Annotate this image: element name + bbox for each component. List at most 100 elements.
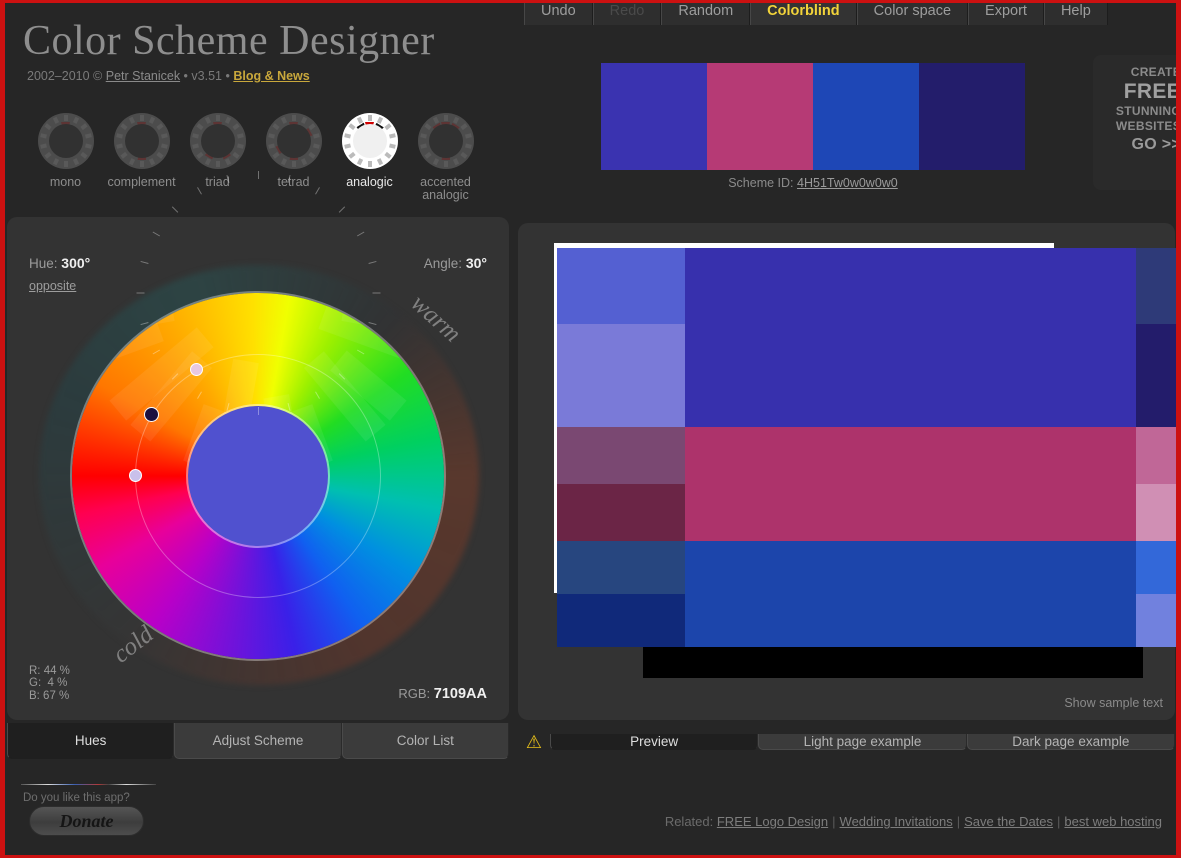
scheme-dial-icon xyxy=(189,113,246,169)
cell-r3c3 xyxy=(1136,427,1176,484)
donate-button[interactable]: Donate xyxy=(29,806,144,836)
ad-line-1: CREATE xyxy=(1130,65,1176,79)
left-panel-tabs: Hues Adjust Scheme Color List xyxy=(7,723,509,759)
scheme-dial-icon xyxy=(417,113,474,169)
scheme-type-label: accented analogic xyxy=(420,175,471,202)
scheme-swatch-4[interactable] xyxy=(919,63,1025,170)
warning-triangle-icon: ⚠ xyxy=(525,731,543,752)
related-links: Related: FREE Logo Design | Wedding Invita… xyxy=(665,814,1162,829)
ad-line-4: WEBSITES xyxy=(1115,119,1176,133)
rgb-hex-label: RGB: xyxy=(398,686,431,701)
scheme-dial-icon xyxy=(265,113,322,169)
related-link-1[interactable]: FREE Logo Design xyxy=(717,814,828,829)
color-wheel[interactable] xyxy=(72,171,444,659)
color-wheel-widget[interactable]: warm cold xyxy=(34,171,484,687)
scheme-type-mono[interactable]: mono xyxy=(35,113,96,202)
tab-light-page-example[interactable]: Light page example xyxy=(758,734,967,750)
cell-r4c3 xyxy=(1136,484,1176,541)
menu-item-label: Undo xyxy=(541,3,576,19)
preview-panel: Show sample text xyxy=(518,223,1176,720)
cell-pink-big xyxy=(685,427,1136,541)
tertiary-handle[interactable] xyxy=(129,469,142,482)
cell-r6c1 xyxy=(557,594,685,647)
right-panel-tabs: ⚠ Preview Light page example Dark page exa… xyxy=(518,724,1175,760)
blog-news-link[interactable]: Blog & News xyxy=(233,69,309,83)
menu-item-help[interactable]: Help xyxy=(1043,3,1108,25)
menu-item-color-space[interactable]: Color space xyxy=(856,3,969,25)
page-title: Color Scheme Designer xyxy=(23,18,435,64)
menu-item-export[interactable]: Export xyxy=(968,3,1044,25)
cell-r2c1 xyxy=(557,324,685,427)
show-sample-text-link[interactable]: Show sample text xyxy=(1064,696,1163,710)
blog-separator: • xyxy=(222,69,234,83)
related-link-3[interactable]: Save the Dates xyxy=(964,814,1053,829)
tab-label: Light page example xyxy=(803,734,922,749)
scheme-id-link[interactable]: 4H51Tw0w0w0w0 xyxy=(797,176,898,190)
scheme-swatch-3[interactable] xyxy=(813,63,919,170)
menu-item-colorblind[interactable]: Colorblind xyxy=(750,3,857,25)
menu-item-random[interactable]: Random xyxy=(661,3,751,25)
tab-label: Adjust Scheme xyxy=(212,733,304,748)
footer-divider xyxy=(21,784,156,785)
menu-item-undo[interactable]: Undo xyxy=(524,3,593,25)
top-menu-bar: Undo Redo Random Colorblind Color space Expor… xyxy=(524,3,1108,25)
scheme-type-label: mono xyxy=(49,175,82,189)
scheme-type-complement[interactable]: complement xyxy=(107,113,176,202)
tab-label: Preview xyxy=(630,734,679,749)
cell-blue-big xyxy=(685,541,1136,647)
tab-adjust-scheme[interactable]: Adjust Scheme xyxy=(174,723,342,759)
wheel-center-color xyxy=(188,406,328,546)
related-separator: | xyxy=(832,814,836,829)
version-separator: • xyxy=(180,69,192,83)
cell-r1c1 xyxy=(557,248,685,324)
ad-banner[interactable]: CREATE FREE STUNNING WEBSITES GO >> xyxy=(1093,55,1176,190)
scheme-type-selector: mono complement triad tetrad analogic accente… xyxy=(35,113,476,202)
scheme-dial-icon xyxy=(341,113,398,169)
author-link[interactable]: Petr Stanicek xyxy=(106,69,180,83)
cell-main-big xyxy=(685,248,1136,427)
scheme-id-label: Scheme ID: xyxy=(728,176,794,190)
scheme-id-row: Scheme ID: 4H51Tw0w0w0w0 xyxy=(601,176,1025,190)
cell-r4c1 xyxy=(557,484,685,541)
cell-r6c3 xyxy=(1136,594,1176,647)
copyright-text: 2002–2010 © xyxy=(27,69,106,83)
scheme-type-triad[interactable]: triad xyxy=(187,113,248,202)
scheme-swatch-2[interactable] xyxy=(707,63,813,170)
scheme-type-label: complement xyxy=(107,175,176,189)
menu-item-label: Random xyxy=(678,3,734,19)
cell-r5c1 xyxy=(557,541,685,594)
ad-go-link[interactable]: GO >> xyxy=(1099,137,1176,153)
related-separator: | xyxy=(1057,814,1061,829)
rgb-percent-readout: R: 44 % G: 4 % B: 67 % xyxy=(29,664,70,702)
scheme-swatch-row xyxy=(601,63,1025,170)
related-link-2[interactable]: Wedding Invitations xyxy=(840,814,953,829)
related-link-4[interactable]: best web hosting xyxy=(1064,814,1162,829)
scheme-type-analogic[interactable]: analogic xyxy=(339,113,400,202)
menu-item-label: Redo xyxy=(609,3,645,19)
ad-line-3: STUNNING xyxy=(1115,104,1176,118)
menu-item-label: Export xyxy=(985,3,1027,19)
tab-dark-page-example[interactable]: Dark page example xyxy=(966,734,1175,750)
cell-r2c3 xyxy=(1136,324,1176,427)
donate-prompt: Do you like this app? xyxy=(23,792,130,804)
scheme-type-label: triad xyxy=(205,175,230,189)
preview-color-grid xyxy=(557,248,1176,683)
hue-wheel-panel: Hue: 300° opposite Angle: 30° warm cold … xyxy=(7,171,509,720)
menu-item-label: Help xyxy=(1060,3,1091,19)
byline: 2002–2010 © Petr Stanicek • v3.51 • Blog… xyxy=(27,69,310,83)
cell-r3c1 xyxy=(557,427,685,484)
rgb-hex-value: 7109AA xyxy=(433,686,487,702)
scheme-dial-icon xyxy=(37,113,94,169)
version-text: v3.51 xyxy=(191,69,222,83)
scheme-swatch-1[interactable] xyxy=(601,63,707,170)
tab-hues[interactable]: Hues xyxy=(7,723,175,759)
menu-item-redo: Redo xyxy=(592,3,662,25)
scheme-type-tetrad[interactable]: tetrad xyxy=(263,113,324,202)
rgb-hex-readout: RGB: 7109AA xyxy=(398,686,487,702)
tab-label: Hues xyxy=(74,733,107,748)
tab-color-list[interactable]: Color List xyxy=(341,723,509,759)
scheme-type-accented-analogic[interactable]: accented analogic xyxy=(415,113,476,202)
menu-item-label: Color space xyxy=(873,3,952,19)
menu-item-label: Colorblind xyxy=(767,3,840,19)
tab-preview[interactable]: Preview xyxy=(550,734,759,750)
